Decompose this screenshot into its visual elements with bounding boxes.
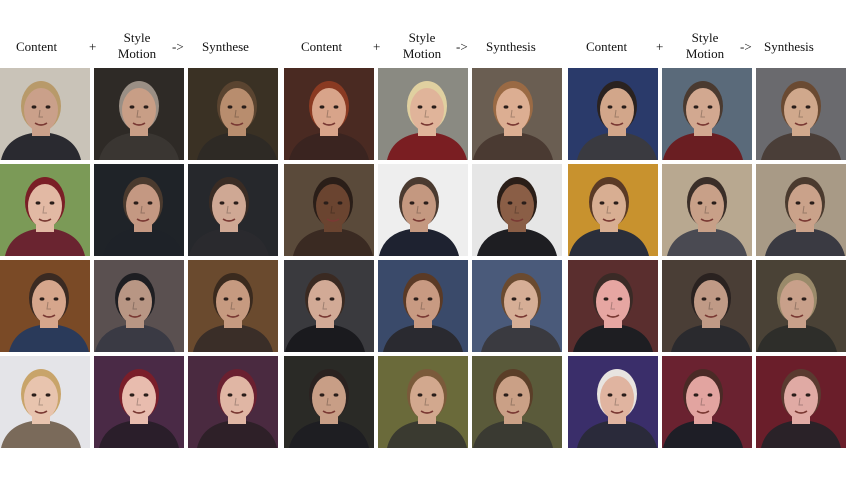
style-motion-image bbox=[662, 68, 752, 160]
style-motion-image bbox=[94, 68, 184, 160]
image-row bbox=[284, 68, 564, 160]
content-image bbox=[284, 356, 374, 448]
image-row bbox=[568, 260, 847, 352]
plus-sign: + bbox=[656, 39, 664, 54]
content-image bbox=[0, 356, 90, 448]
face-grid-group-1 bbox=[0, 68, 280, 452]
image-row bbox=[284, 260, 564, 352]
style-motion-image bbox=[378, 356, 468, 448]
arrow-sign: -> bbox=[172, 39, 184, 54]
style-label: Style bbox=[123, 30, 151, 45]
style-motion-image bbox=[94, 260, 184, 352]
image-row bbox=[0, 68, 280, 160]
synthesis-image bbox=[472, 164, 562, 256]
style-label: Style bbox=[408, 30, 436, 45]
synthesis-image bbox=[188, 260, 278, 352]
style-motion-label: Style Motion bbox=[112, 30, 162, 62]
arrow-sign: -> bbox=[740, 39, 752, 54]
style-motion-image bbox=[662, 356, 752, 448]
synthesis-image bbox=[756, 260, 846, 352]
content-image bbox=[284, 68, 374, 160]
synthesis-label: Synthese bbox=[202, 39, 249, 54]
style-motion-image bbox=[662, 164, 752, 256]
arrow-sign: -> bbox=[456, 39, 468, 54]
synthesis-image bbox=[188, 356, 278, 448]
image-row bbox=[0, 356, 280, 448]
content-image bbox=[568, 356, 658, 448]
style-label: Style bbox=[691, 30, 719, 45]
motion-label: Motion bbox=[685, 46, 725, 61]
content-image bbox=[0, 260, 90, 352]
content-label: Content bbox=[586, 39, 628, 54]
synthesis-image bbox=[188, 164, 278, 256]
content-image bbox=[284, 260, 374, 352]
plus-sign: + bbox=[373, 39, 381, 54]
synthesis-image bbox=[472, 356, 562, 448]
style-motion-label: Style Motion bbox=[397, 30, 447, 62]
image-row bbox=[0, 260, 280, 352]
style-motion-image bbox=[378, 260, 468, 352]
synthesis-label: Synthesis bbox=[486, 39, 536, 54]
synthesis-image bbox=[472, 260, 562, 352]
image-row bbox=[284, 164, 564, 256]
style-motion-image bbox=[378, 68, 468, 160]
content-label: Content bbox=[16, 39, 58, 54]
synthesis-label: Synthesis bbox=[764, 39, 814, 54]
content-image bbox=[568, 68, 658, 160]
content-image bbox=[568, 260, 658, 352]
plus-sign: + bbox=[89, 39, 97, 54]
content-image bbox=[568, 164, 658, 256]
face-grid-group-3 bbox=[568, 68, 847, 452]
synthesis-image bbox=[756, 68, 846, 160]
image-row bbox=[284, 356, 564, 448]
synthesis-image bbox=[188, 68, 278, 160]
image-row bbox=[568, 68, 847, 160]
style-motion-image bbox=[662, 260, 752, 352]
synthesis-image bbox=[756, 164, 846, 256]
image-row bbox=[568, 164, 847, 256]
image-row bbox=[0, 164, 280, 256]
motion-label: Motion bbox=[402, 46, 442, 61]
content-image bbox=[0, 68, 90, 160]
style-motion-image bbox=[94, 164, 184, 256]
content-label: Content bbox=[301, 39, 343, 54]
content-image bbox=[0, 164, 90, 256]
style-motion-image bbox=[94, 356, 184, 448]
synthesis-image bbox=[756, 356, 846, 448]
content-image bbox=[284, 164, 374, 256]
image-row bbox=[568, 356, 847, 448]
face-grid-group-2 bbox=[284, 68, 564, 452]
style-motion-image bbox=[378, 164, 468, 256]
style-motion-label: Style Motion bbox=[680, 30, 730, 62]
synthesis-image bbox=[472, 68, 562, 160]
motion-label: Motion bbox=[117, 46, 157, 61]
